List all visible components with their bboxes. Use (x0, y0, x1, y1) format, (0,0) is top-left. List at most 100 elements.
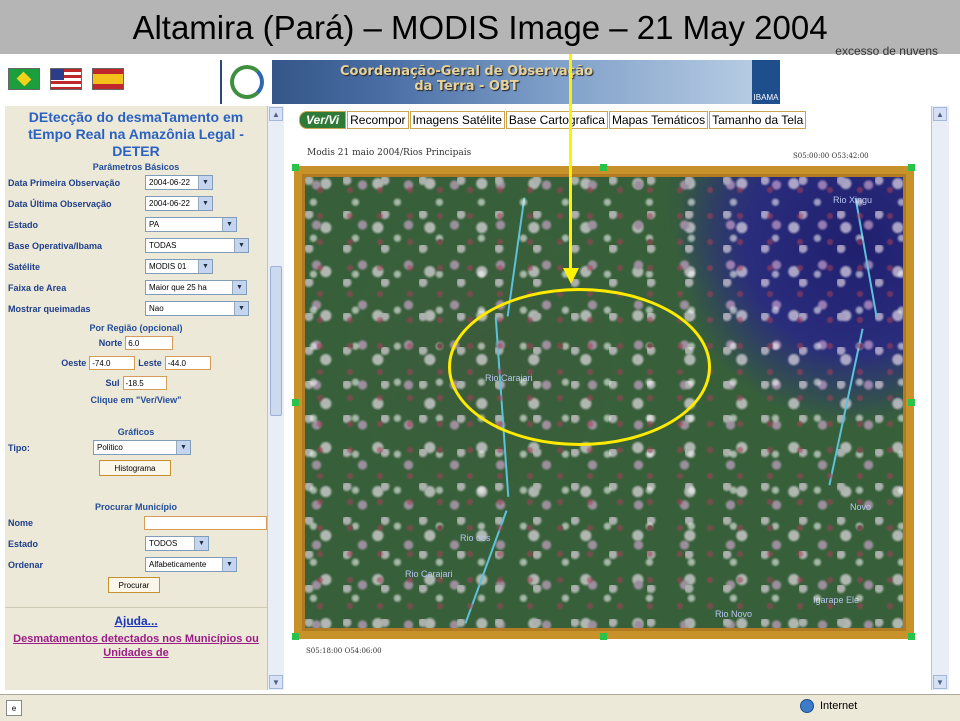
field-label: Satélite (8, 261, 41, 272)
divider (5, 607, 267, 608)
zone-label: Internet (820, 700, 858, 712)
resize-handle-icon[interactable] (292, 633, 299, 640)
select-value: 2004-06-22 (149, 199, 190, 208)
select-value: TODOS (149, 539, 178, 548)
resize-handle-icon[interactable] (908, 399, 915, 406)
scroll-down-icon[interactable]: ▼ (933, 675, 947, 689)
base-operativa-select[interactable]: TODAS ▼ (145, 238, 249, 253)
tab-imagens-satelite[interactable]: Imagens Satélite (409, 111, 505, 129)
resize-handle-icon[interactable] (908, 633, 915, 640)
field-row-estado: Estado PA ▼ (5, 214, 267, 235)
resize-handle-icon[interactable] (292, 399, 299, 406)
data-primeira-select[interactable]: 2004-06-22 ▼ (145, 175, 213, 190)
field-row-base: Base Operativa/Ibama TODAS ▼ (5, 235, 267, 256)
estado-mun-select[interactable]: TODOS ▼ (145, 536, 209, 551)
map-label-rio-novo: Rio Novo (715, 609, 753, 619)
procurar-wrap: Procurar (5, 577, 267, 593)
resize-handle-icon[interactable] (600, 633, 607, 640)
chevron-down-icon: ▼ (198, 197, 212, 210)
ordenar-select[interactable]: Alfabeticamente ▼ (145, 557, 237, 572)
sidebar-scroll-thumb[interactable] (270, 266, 282, 416)
select-value: Maior que 25 ha (149, 283, 207, 292)
tab-ver-view[interactable]: Ver/Vi (299, 111, 347, 129)
cloud-note: excesso de nuvens (835, 44, 938, 58)
sul-label: Sul (105, 378, 120, 388)
select-value: PA (149, 220, 160, 229)
chevron-down-icon: ▼ (194, 537, 208, 550)
globe-icon (800, 699, 814, 713)
norte-label: Norte (98, 338, 123, 348)
select-value: MODIS 01 (149, 262, 187, 271)
slide-title-bar: Altamira (Pará) – MODIS Image – 21 May 2… (0, 0, 960, 54)
field-label: Estado (8, 219, 39, 230)
page-icon: e (6, 700, 22, 716)
top-banner: Coordenação-Geral de Observação da Terra… (0, 54, 960, 104)
status-bar: e Internet (0, 694, 960, 721)
annotation-ellipse (448, 288, 711, 446)
inpe-logo (222, 60, 272, 104)
nome-row: Nome (5, 512, 267, 533)
tab-base-cartografica[interactable]: Base Cartografica (505, 111, 608, 129)
norte-input[interactable]: 6.0 (125, 336, 174, 350)
field-label: Data Última Observação (8, 198, 112, 209)
coord-top-right: S05:00:00 O53:42:00 (793, 152, 869, 160)
oeste-input[interactable]: -74.0 (89, 356, 136, 370)
logo-ring-icon (230, 65, 264, 99)
scroll-up-icon[interactable]: ▲ (269, 107, 283, 121)
spain-flag-icon[interactable] (92, 68, 124, 90)
chevron-down-icon: ▼ (198, 176, 212, 189)
river-line (828, 328, 864, 486)
map-caption: Modis 21 maio 2004/Rios Principais (307, 148, 472, 158)
faixa-area-select[interactable]: Maior que 25 ha ▼ (145, 280, 247, 295)
chevron-down-icon: ▼ (234, 239, 248, 252)
river-line (854, 197, 878, 317)
field-row-data-primeira: Data Primeira Observação 2004-06-22 ▼ (5, 172, 267, 193)
select-value: 2004-06-22 (149, 178, 190, 187)
field-row-satelite: Satélite MODIS 01 ▼ (5, 256, 267, 277)
ibama-logo: IBAMA (752, 60, 780, 104)
sidebar-scrollbar[interactable]: ▲ ▼ (267, 106, 284, 690)
sul-input[interactable]: -18.5 (122, 376, 167, 390)
satelite-select[interactable]: MODIS 01 ▼ (145, 259, 213, 274)
leste-label: Leste (138, 358, 162, 368)
help-link[interactable]: Ajuda... (5, 614, 267, 628)
resize-handle-icon[interactable] (292, 164, 299, 171)
region-header: Por Região (opcional) (89, 323, 183, 333)
select-value: Nao (149, 304, 164, 313)
histograma-button[interactable]: Histograma (99, 460, 171, 476)
chevron-down-icon: ▼ (222, 558, 236, 571)
map-label-igarape: Igarape Ele (813, 595, 860, 605)
resize-handle-icon[interactable] (600, 164, 607, 171)
tipo-select[interactable]: Politico ▼ (93, 440, 191, 455)
chevron-down-icon: ▼ (198, 260, 212, 273)
river-line (464, 510, 508, 624)
resize-handle-icon[interactable] (908, 164, 915, 171)
params-header: Parâmetros Básicos (92, 162, 180, 172)
data-ultima-select[interactable]: 2004-06-22 ▼ (145, 196, 213, 211)
field-label: Data Primeira Observação (8, 177, 121, 188)
ordenar-label: Ordenar (8, 559, 44, 570)
language-flags (8, 68, 124, 90)
main-scrollbar[interactable]: ▲ ▼ (931, 106, 949, 690)
map-label-rio-xingu: Rio Xingu (833, 195, 873, 205)
nome-input[interactable] (143, 515, 267, 530)
estado-select[interactable]: PA ▼ (145, 217, 237, 232)
scroll-down-icon[interactable]: ▼ (269, 675, 283, 689)
leste-input[interactable]: -44.0 (164, 356, 211, 370)
map-label-rio-dos: Rio dos (460, 533, 491, 543)
annotation-arrow-line (569, 54, 572, 272)
procurar-button[interactable]: Procurar (108, 577, 160, 593)
usa-flag-icon[interactable] (50, 68, 82, 90)
tab-mapas-tematicos[interactable]: Mapas Temáticos (608, 111, 709, 129)
tab-recompor[interactable]: Recompor (347, 111, 409, 129)
desmatamentos-link[interactable]: Desmatamentos detectados nos Municípios … (5, 632, 267, 660)
banner-line-2: da Terra - OBT (414, 79, 519, 94)
select-value: Politico (97, 443, 123, 452)
scroll-up-icon[interactable]: ▲ (933, 107, 947, 121)
brazil-flag-icon[interactable] (8, 68, 40, 90)
click-hint: Clique em "Ver/View" (90, 395, 182, 405)
tipo-row: Tipo: Politico ▼ (5, 437, 267, 458)
queimadas-select[interactable]: Nao ▼ (145, 301, 249, 316)
banner-line-1: Coordenação-Geral de Observação (340, 64, 594, 79)
tab-tamanho-tela[interactable]: Tamanho da Tela (709, 111, 807, 129)
